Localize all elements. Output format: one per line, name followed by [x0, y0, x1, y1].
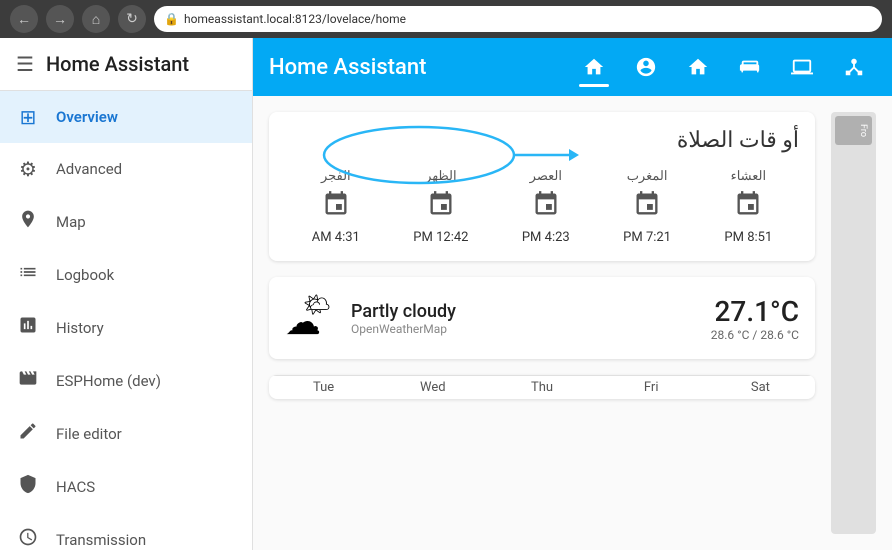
sidebar-item-label: Overview: [56, 108, 118, 126]
tab-home[interactable]: [572, 45, 616, 89]
list-item: Thu: [487, 375, 596, 399]
overview-icon: ⊞: [16, 105, 40, 129]
prayer-calendar-icon: [734, 190, 762, 224]
prayer-card: أو قات الصلاة العشاء 8:51 PM المغرب: [269, 112, 815, 261]
tab-icons: [572, 45, 876, 89]
sidebar-item-esphome[interactable]: ESPHome (dev): [0, 354, 252, 407]
list-item: العشاء 8:51 PM: [724, 169, 772, 245]
refresh-button[interactable]: ↻: [118, 5, 146, 33]
menu-icon[interactable]: ☰: [16, 52, 34, 76]
sidebar-item-file-editor[interactable]: File editor: [0, 407, 252, 460]
sidebar-item-label: File editor: [56, 425, 122, 443]
advanced-icon: ⚙: [16, 157, 40, 181]
sun-icon: 🌤: [303, 293, 331, 318]
prayer-name: الظهر: [425, 169, 456, 184]
weather-card: ☁ 🌤 Partly cloudy OpenWeatherMap 27.1°C …: [269, 277, 815, 359]
prayer-calendar-icon: [633, 190, 661, 224]
weather-range: 28.6 °C / 28.6 °C: [711, 328, 799, 342]
cards-column: أو قات الصلاة العشاء 8:51 PM المغرب: [269, 112, 815, 534]
tab-network[interactable]: [832, 45, 876, 89]
back-button[interactable]: ←: [10, 5, 38, 33]
weather-info: Partly cloudy OpenWeatherMap: [351, 301, 695, 336]
sidebar-item-label: Advanced: [56, 160, 122, 178]
sidebar-item-label: Logbook: [56, 266, 114, 284]
sidebar-item-map[interactable]: Map: [0, 195, 252, 248]
tab-person[interactable]: [624, 45, 668, 89]
sidebar-item-advanced[interactable]: ⚙ Advanced: [0, 143, 252, 195]
main-content: Home Assistant: [253, 38, 892, 550]
map-icon: [16, 209, 40, 234]
sidebar-item-history[interactable]: History: [0, 301, 252, 354]
file-editor-icon: [16, 421, 40, 446]
sidebar-navigation: ⊞ Overview ⚙ Advanced Map Logbook: [0, 91, 252, 550]
list-item: العصر 4:23 PM: [522, 169, 570, 245]
sidebar-item-overview[interactable]: ⊞ Overview: [0, 91, 252, 143]
sidebar-item-logbook[interactable]: Logbook: [0, 248, 252, 301]
prayer-calendar-icon: [322, 190, 350, 224]
weather-source: OpenWeatherMap: [351, 322, 695, 336]
prayer-name: العشاء: [731, 169, 767, 184]
right-panel-label: Fro: [835, 116, 872, 145]
sidebar-item-hacs[interactable]: HACS: [0, 460, 252, 513]
prayer-time-value: 12:42 PM: [413, 230, 468, 245]
weather-temperature: 27.1°C: [711, 295, 799, 328]
prayer-name: الفجر: [321, 169, 351, 184]
esphome-icon: [16, 368, 40, 393]
lock-icon: 🔒: [164, 12, 179, 26]
right-panel: Fro: [831, 112, 876, 534]
transmission-icon: [16, 527, 40, 550]
content-area: أو قات الصلاة العشاء 8:51 PM المغرب: [253, 96, 892, 550]
sidebar-title: Home Assistant: [46, 52, 189, 76]
browser-chrome: ← → ⌂ ↻ 🔒 homeassistant.local:8123/lovel…: [0, 0, 892, 38]
sidebar-item-label: Transmission: [56, 531, 146, 549]
sidebar-item-label: Map: [56, 213, 86, 231]
sidebar-item-label: History: [56, 319, 104, 337]
app-container: ☰ Home Assistant ⊞ Overview ⚙ Advanced M…: [0, 38, 892, 550]
sidebar-header: ☰ Home Assistant: [0, 38, 252, 91]
prayer-card-title: أو قات الصلاة: [285, 128, 799, 153]
hacs-icon: [16, 474, 40, 499]
list-item: Tue: [269, 375, 378, 399]
list-item: الفجر 4:31 AM: [312, 169, 360, 245]
list-item: المغرب 7:21 PM: [623, 169, 671, 245]
tab-sofa[interactable]: [728, 45, 772, 89]
home-button[interactable]: ⌂: [82, 5, 110, 33]
prayer-time-value: 4:31 AM: [312, 230, 360, 245]
sidebar: ☰ Home Assistant ⊞ Overview ⚙ Advanced M…: [0, 38, 253, 550]
prayer-times-grid: العشاء 8:51 PM المغرب 7:21 PM: [285, 169, 799, 245]
history-icon: [16, 315, 40, 340]
prayer-calendar-icon: [532, 190, 560, 224]
url-text: homeassistant.local:8123/lovelace/home: [184, 12, 406, 26]
forecast-row: Tue Wed Thu Fri Sat: [269, 375, 815, 399]
list-item: Sat: [706, 375, 815, 399]
tab-monitor[interactable]: [780, 45, 824, 89]
logbook-icon: [16, 262, 40, 287]
list-item: Fri: [597, 375, 706, 399]
prayer-time-value: 4:23 PM: [522, 230, 570, 245]
prayer-name: المغرب: [627, 169, 668, 184]
sidebar-item-label: ESPHome (dev): [56, 372, 161, 390]
address-bar[interactable]: 🔒 homeassistant.local:8123/lovelace/home: [154, 6, 882, 32]
top-bar: Home Assistant: [253, 38, 892, 96]
prayer-name: العصر: [530, 169, 562, 184]
weather-temp-area: 27.1°C 28.6 °C / 28.6 °C: [711, 295, 799, 342]
weather-icon-area: ☁ 🌤: [285, 293, 335, 343]
list-item: Wed: [378, 375, 487, 399]
prayer-time-value: 7:21 PM: [623, 230, 671, 245]
prayer-calendar-icon: [427, 190, 455, 224]
sidebar-item-label: HACS: [56, 478, 95, 496]
tab-house[interactable]: [676, 45, 720, 89]
prayer-time-value: 8:51 PM: [724, 230, 772, 245]
list-item: الظهر 12:42 PM: [413, 169, 468, 245]
weather-condition: Partly cloudy: [351, 301, 695, 322]
forward-button[interactable]: →: [46, 5, 74, 33]
sidebar-item-transmission[interactable]: Transmission: [0, 513, 252, 550]
page-title: Home Assistant: [269, 55, 568, 80]
